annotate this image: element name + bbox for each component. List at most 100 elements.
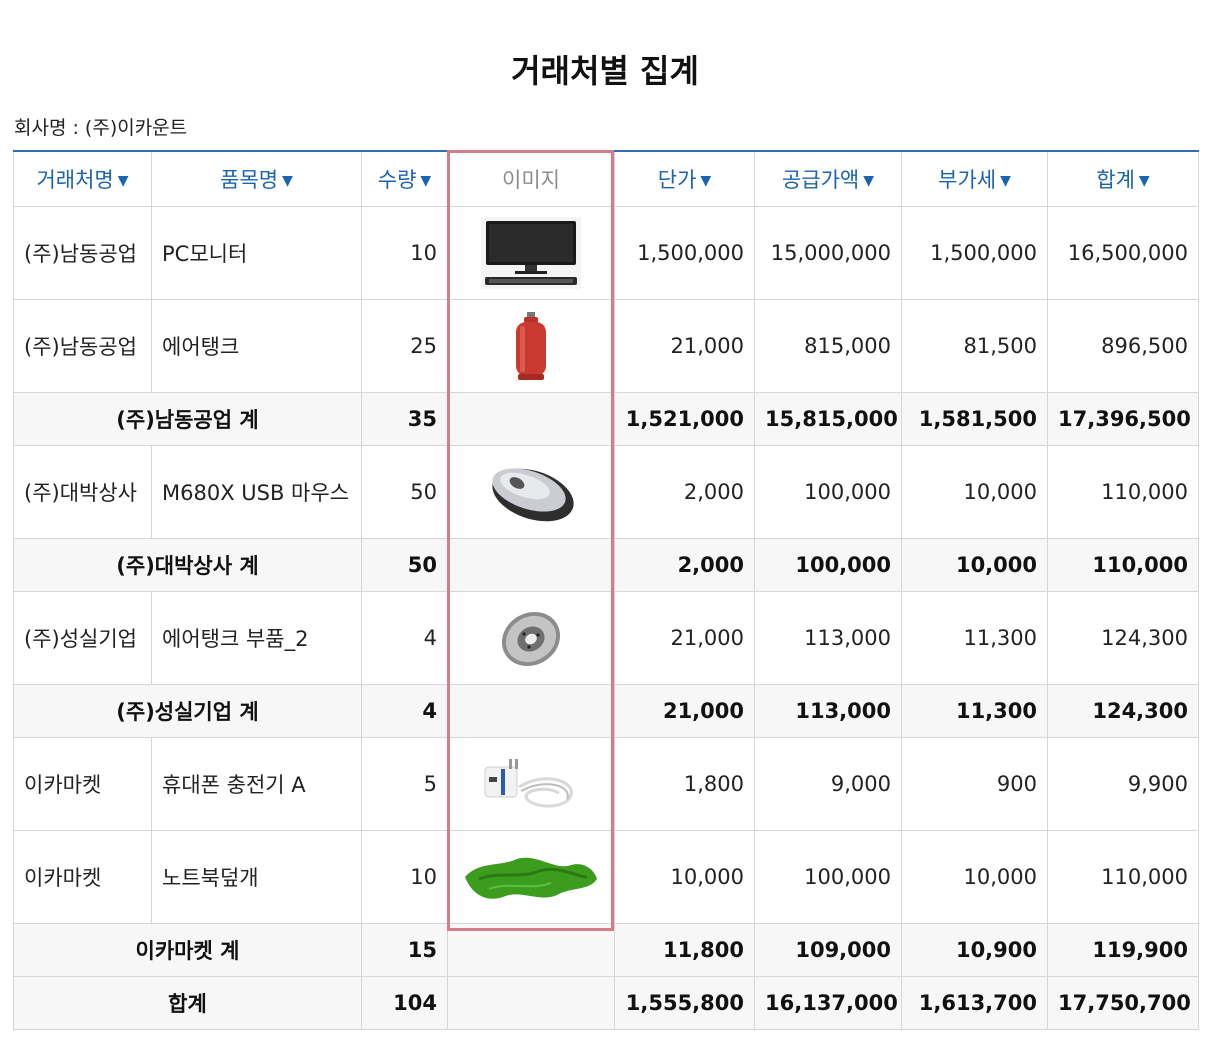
supply-cell: 109,000 (754, 923, 902, 977)
col-header-supply[interactable]: 공급가액 ▼ (754, 150, 902, 207)
col-header-vat[interactable]: 부가세 ▼ (901, 150, 1048, 207)
unit-price-cell: 1,555,800 (614, 976, 755, 1030)
sort-arrow-icon[interactable]: ▼ (118, 173, 129, 189)
vendor-cell: (주)대박상사 (13, 445, 152, 539)
summary-table: 거래처명 ▼ 품목명 ▼ 수량 ▼ 이미지 단가 ▼ 공급가액 ▼ 부가세 ▼ 합계 ▼ (주… (13, 150, 1199, 1030)
table-row: (주)대박상사 M680X USB 마우스 50 2,000 100,000 1… (13, 445, 1199, 539)
item-cell: 에어탱크 부품_2 (151, 591, 362, 685)
total-cell: 110,000 (1047, 830, 1199, 924)
total-cell: 16,500,000 (1047, 206, 1199, 300)
qty-cell: 10 (361, 830, 448, 924)
qty-cell: 50 (361, 538, 448, 592)
vendor-cell: (주)남동공업 (13, 299, 152, 393)
total-cell: 9,900 (1047, 737, 1199, 831)
col-header-qty[interactable]: 수량 ▼ (361, 150, 448, 207)
vendor-cell: (주)남동공업 (13, 206, 152, 300)
table-row: 이카마켓 휴대폰 충전기 A 5 1,800 9,000 900 9,900 (13, 737, 1199, 831)
vat-cell: 10,900 (901, 923, 1048, 977)
total-cell: 110,000 (1047, 445, 1199, 539)
table-row: (주)남동공업 에어탱크 25 21,000 815,000 81,500 89… (13, 299, 1199, 393)
total-cell: 124,300 (1047, 684, 1199, 738)
sort-arrow-icon[interactable]: ▼ (863, 173, 874, 189)
col-header-vendor[interactable]: 거래처명 ▼ (13, 150, 152, 207)
table-row: 이카마켓 노트북덮개 10 10,000 100,000 10,000 110,… (13, 830, 1199, 924)
total-cell: 110,000 (1047, 538, 1199, 592)
subtotal-row: (주)성실기업 계 4 21,000 113,000 11,300 124,30… (13, 684, 1199, 738)
table-row: (주)성실기업 에어탱크 부품_2 4 21,000 113,000 11,30… (13, 591, 1199, 685)
unit-price-cell: 2,000 (614, 445, 755, 539)
item-cell: M680X USB 마우스 (151, 445, 362, 539)
sort-arrow-icon[interactable]: ▼ (282, 173, 293, 189)
col-header-item[interactable]: 품목명 ▼ (151, 150, 362, 207)
total-cell: 896,500 (1047, 299, 1199, 393)
grand-total-row: 합계 104 1,555,800 16,137,000 1,613,700 17… (13, 976, 1199, 1030)
item-cell: 노트북덮개 (151, 830, 362, 924)
sort-arrow-icon[interactable]: ▼ (1000, 173, 1011, 189)
supply-cell: 113,000 (754, 591, 902, 685)
vat-cell: 1,613,700 (901, 976, 1048, 1030)
sort-arrow-icon[interactable]: ▼ (1139, 173, 1150, 189)
grand-total-label: 합계 (13, 976, 362, 1030)
vendor-cell: 이카마켓 (13, 737, 152, 831)
green-cloth-image (447, 830, 615, 924)
item-cell: 에어탱크 (151, 299, 362, 393)
subtotal-label: (주)남동공업 계 (13, 392, 362, 446)
unit-price-cell: 1,521,000 (614, 392, 755, 446)
vendor-cell: (주)성실기업 (13, 591, 152, 685)
total-cell: 17,396,500 (1047, 392, 1199, 446)
gas-tank-image (447, 299, 615, 393)
total-cell: 17,750,700 (1047, 976, 1199, 1030)
empty-image-cell (447, 923, 615, 977)
unit-price-cell: 21,000 (614, 591, 755, 685)
qty-cell: 35 (361, 392, 448, 446)
sort-arrow-icon[interactable]: ▼ (700, 173, 711, 189)
vat-cell: 10,000 (901, 538, 1048, 592)
report-title: 거래처별 집계 (511, 52, 699, 90)
subtotal-row: (주)대박상사 계 50 2,000 100,000 10,000 110,00… (13, 538, 1199, 592)
monitor-image (447, 206, 615, 300)
supply-cell: 100,000 (754, 830, 902, 924)
brake-disc-image (447, 591, 615, 685)
qty-cell: 25 (361, 299, 448, 393)
subtotal-label: (주)성실기업 계 (13, 684, 362, 738)
subtotal-row: (주)남동공업 계 35 1,521,000 15,815,000 1,581,… (13, 392, 1199, 446)
vendor-cell: 이카마켓 (13, 830, 152, 924)
col-header-image: 이미지 (447, 150, 615, 207)
col-header-unit-price[interactable]: 단가 ▼ (614, 150, 755, 207)
item-cell: PC모니터 (151, 206, 362, 300)
table-row: (주)남동공업 PC모니터 10 1,500,000 15,000,000 1,… (13, 206, 1199, 300)
vat-cell: 81,500 (901, 299, 1048, 393)
supply-cell: 100,000 (754, 445, 902, 539)
sort-arrow-icon[interactable]: ▼ (420, 173, 431, 189)
subtotal-label: (주)대박상사 계 (13, 538, 362, 592)
charger-image (447, 737, 615, 831)
supply-cell: 100,000 (754, 538, 902, 592)
vat-cell: 10,000 (901, 445, 1048, 539)
total-cell: 119,900 (1047, 923, 1199, 977)
unit-price-cell: 11,800 (614, 923, 755, 977)
company-name: 회사명 : (주)이카운트 (14, 117, 188, 139)
subtotal-row: 이카마켓 계 15 11,800 109,000 10,900 119,900 (13, 923, 1199, 977)
header-row: 거래처명 ▼ 품목명 ▼ 수량 ▼ 이미지 단가 ▼ 공급가액 ▼ 부가세 ▼ 합계 ▼ (13, 150, 1199, 207)
supply-cell: 815,000 (754, 299, 902, 393)
unit-price-cell: 1,800 (614, 737, 755, 831)
empty-image-cell (447, 684, 615, 738)
vat-cell: 1,500,000 (901, 206, 1048, 300)
total-cell: 124,300 (1047, 591, 1199, 685)
empty-image-cell (447, 976, 615, 1030)
qty-cell: 104 (361, 976, 448, 1030)
subtotal-label: 이카마켓 계 (13, 923, 362, 977)
empty-image-cell (447, 538, 615, 592)
qty-cell: 15 (361, 923, 448, 977)
qty-cell: 5 (361, 737, 448, 831)
unit-price-cell: 10,000 (614, 830, 755, 924)
vat-cell: 11,300 (901, 591, 1048, 685)
col-header-total[interactable]: 합계 ▼ (1047, 150, 1199, 207)
supply-cell: 9,000 (754, 737, 902, 831)
vat-cell: 10,000 (901, 830, 1048, 924)
vat-cell: 1,581,500 (901, 392, 1048, 446)
unit-price-cell: 21,000 (614, 299, 755, 393)
supply-cell: 15,815,000 (754, 392, 902, 446)
unit-price-cell: 1,500,000 (614, 206, 755, 300)
qty-cell: 50 (361, 445, 448, 539)
